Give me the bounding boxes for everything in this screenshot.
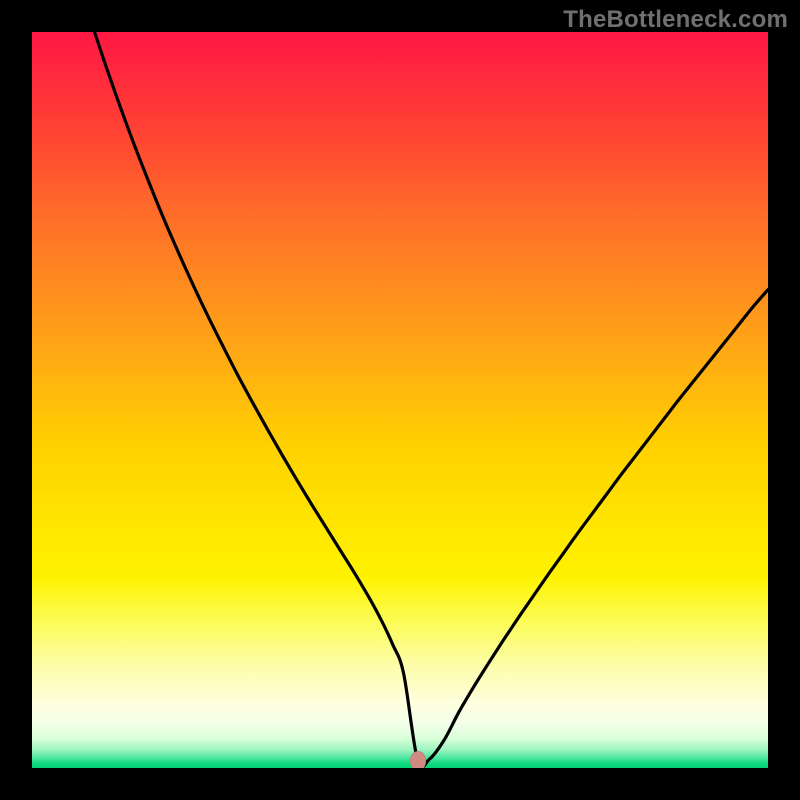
bottleneck-curve (32, 32, 768, 768)
plot-area (32, 32, 768, 768)
min-marker-icon (410, 751, 426, 768)
watermark-text: TheBottleneck.com (563, 6, 788, 34)
chart-frame: TheBottleneck.com (0, 0, 800, 800)
